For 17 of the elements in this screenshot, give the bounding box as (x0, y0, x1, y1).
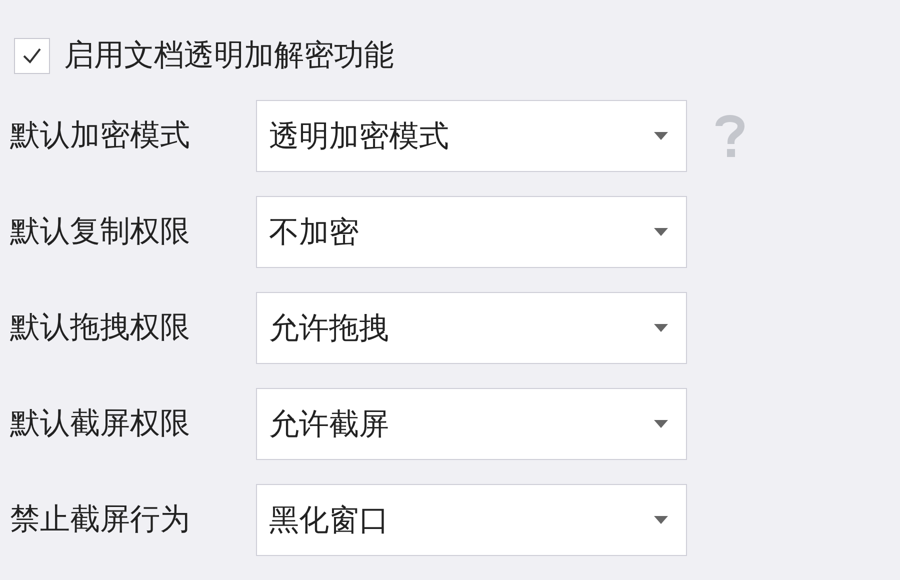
setting-label: 默认复制权限 (10, 217, 191, 247)
setting-label: 默认拖拽权限 (10, 313, 191, 343)
dropdown[interactable]: 不加密 (256, 196, 687, 268)
dropdown[interactable]: 允许截屏 (256, 388, 687, 460)
caret-icon (654, 324, 668, 332)
dropdown[interactable]: 透明加密模式 (256, 100, 687, 172)
checkbox-label: 启用文档透明加解密功能 (64, 41, 394, 71)
dropdown[interactable]: 允许拖拽 (256, 292, 687, 364)
caret-icon (654, 420, 668, 428)
setting-label: 默认加密模式 (10, 121, 191, 151)
caret-icon (654, 516, 668, 524)
setting-label: 禁止截屏行为 (10, 505, 191, 535)
checkbox[interactable] (14, 38, 50, 74)
caret-icon (654, 132, 668, 140)
caret-icon (654, 228, 668, 236)
dropdown[interactable]: 黑化窗口 (256, 484, 687, 556)
setting-label: 默认截屏权限 (10, 409, 191, 439)
